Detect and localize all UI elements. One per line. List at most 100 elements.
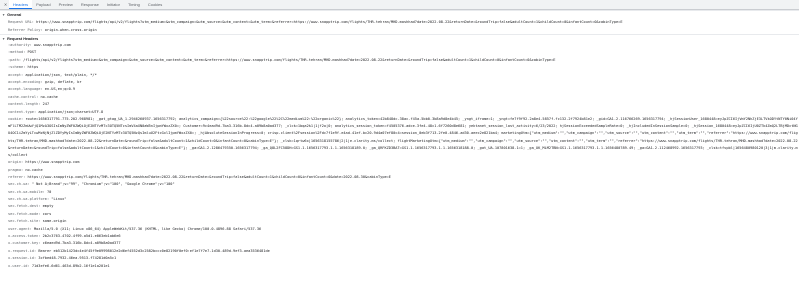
tab-payload[interactable]: Payload xyxy=(32,0,54,9)
header-key: sec-fetch-mode: xyxy=(8,211,41,216)
header-value: c6eaed9d-7ba3-316b-8dc4-a09b8a0ad377 xyxy=(42,241,121,246)
expand-triangle-icon: ▼ xyxy=(2,12,6,17)
header-row: :scheme: https xyxy=(8,64,799,71)
header-row: x-user-id: 71d3efe6-6d61-463d-89b2-16f1e… xyxy=(8,263,799,270)
close-icon[interactable]: ✕ xyxy=(2,0,9,9)
header-key: :method: xyxy=(8,50,26,55)
header-value: gzip, deflate, br xyxy=(44,79,82,84)
header-key: cache-control: xyxy=(8,94,39,99)
header-row: sec-fetch-site: same-origin xyxy=(8,218,799,225)
header-key: :path: xyxy=(8,57,21,62)
header-row: pragma: no-cache xyxy=(8,167,799,174)
header-key: x-request-id: xyxy=(8,248,37,253)
header-row: content-length: 247 xyxy=(8,101,799,108)
header-row: x-request-id: Bearer eb512b1423dc4e4f45f… xyxy=(8,248,799,255)
header-value: "Linux" xyxy=(51,197,67,202)
header-value: POST xyxy=(27,50,37,55)
header-key: origin: xyxy=(8,160,24,165)
header-value: same-origin xyxy=(42,219,67,224)
header-value: en-US,en;q=0.9 xyxy=(44,87,76,92)
cookie-row: cookie: route=1656317791.775.202.968981;… xyxy=(8,116,799,159)
header-value: origin-when-cross-origin xyxy=(44,28,97,32)
header-value: empty xyxy=(42,204,54,209)
header-value: 247 xyxy=(42,102,50,107)
header-key: content-length: xyxy=(8,102,41,107)
header-row: sec-ch-ua-platform: "Linux" xyxy=(8,196,799,203)
header-row: sec-ch-ua: " Not A;Brand";v="99", "Chrom… xyxy=(8,181,799,188)
header-value: https://www.snapptrip.com/flights/THR-te… xyxy=(27,174,391,179)
header-value: application/json;charset=UTF-8 xyxy=(38,109,104,114)
header-key: sec-ch-ua: xyxy=(8,182,30,187)
header-row: :authority: www.snapptrip.com xyxy=(8,42,799,49)
header-value: 71d3efe6-6d61-463d-89b2-16f1e1a201e1 xyxy=(31,263,110,268)
tab-initiator[interactable]: Initiator xyxy=(103,0,124,9)
tab-timing[interactable]: Timing xyxy=(124,0,144,9)
header-value: 2b2c3763-4702-4f99-a5d1-e063eb1ab6e6 xyxy=(42,234,121,239)
header-value: application/json, text/plain, */* xyxy=(25,72,97,77)
header-value: https://www.snapptrip.com/flights/api/v2… xyxy=(36,20,623,24)
header-row: :method: POST xyxy=(8,49,799,56)
header-row: Request URL: https://www.snapptrip.com/f… xyxy=(8,18,799,26)
header-row: referer: https://www.snapptrip.com/fligh… xyxy=(8,174,799,181)
header-row: accept-encoding: gzip, deflate, br xyxy=(8,79,799,86)
tab-headers[interactable]: Headers xyxy=(9,0,33,9)
request-headers-section-header[interactable]: ▼ Request Headers xyxy=(0,34,799,42)
cookie-value: route=1656317791.775.202.968981; _gat_gt… xyxy=(8,116,798,157)
header-value: no-cache xyxy=(40,94,58,99)
header-row: x-access-token: 2b2c3763-4702-4f99-a5d1-… xyxy=(8,233,799,240)
header-row: content-type: application/json;charset=U… xyxy=(8,109,799,116)
header-value: https xyxy=(27,65,39,70)
header-key: sec-fetch-site: xyxy=(8,219,41,224)
header-key: sec-fetch-dest: xyxy=(8,204,41,209)
tab-cookies[interactable]: Cookies xyxy=(144,0,166,9)
expand-triangle-icon: ▼ xyxy=(2,36,6,41)
header-row: accept: application/json, text/plain, */… xyxy=(8,72,799,79)
header-row: origin: https://www.snapptrip.com xyxy=(8,159,799,166)
header-row: x-session-id: 3cfbed48-7932-46ea-9513-f7… xyxy=(8,255,799,262)
header-row: :path: /flights/api/v2/flights?utm_mediu… xyxy=(8,57,799,64)
header-value: 3cfbed48-7932-46ea-9513-f74281d0a5c1 xyxy=(38,256,117,261)
header-row: cache-control: no-cache xyxy=(8,94,799,101)
header-key: content-type: xyxy=(8,109,37,114)
header-key: x-session-id: xyxy=(8,256,37,261)
header-value: https://www.snapptrip.com xyxy=(25,160,80,165)
header-key: Request URL: xyxy=(8,20,34,24)
header-value: Mozilla/5.0 (X11; Linux x86_64) AppleWeb… xyxy=(33,226,262,231)
header-value: ?0 xyxy=(46,189,52,194)
header-key: sec-ch-ua-mobile: xyxy=(8,189,45,194)
header-row: x-customer-key: c6eaed9d-7ba3-316b-8dc4-… xyxy=(8,240,799,247)
header-key: cookie: xyxy=(8,116,24,121)
tab-response[interactable]: Response xyxy=(77,0,103,9)
header-key: accept-language: xyxy=(8,87,43,92)
tab-preview[interactable]: Preview xyxy=(55,0,77,9)
general-rows: Request URL: https://www.snapptrip.com/f… xyxy=(0,18,799,34)
header-row: user-agent: Mozilla/5.0 (X11; Linux x86_… xyxy=(8,226,799,233)
header-key: x-customer-key: xyxy=(8,241,41,246)
general-section-header[interactable]: ▼ General xyxy=(0,10,799,18)
header-key: user-agent: xyxy=(8,226,32,231)
header-value: " Not A;Brand";v="99", "Chromium";v="100… xyxy=(31,182,175,187)
header-value: www.snapptrip.com xyxy=(33,43,71,47)
header-key: :authority: xyxy=(8,43,32,47)
devtools-tabbar: ✕ Headers Payload Preview Response Initi… xyxy=(0,0,799,10)
header-key: sec-ch-ua-platform: xyxy=(8,197,50,202)
request-headers-title: Request Headers xyxy=(7,36,39,41)
header-row: sec-fetch-mode: cors xyxy=(8,211,799,218)
header-value: Bearer eb512b1423dc4e4f45f9e09998012e2d6… xyxy=(38,248,270,253)
header-value: cors xyxy=(42,211,52,216)
header-row: Referrer Policy: origin-when-cross-origi… xyxy=(8,26,799,34)
header-key: pragma: xyxy=(8,167,24,172)
request-header-rows: :authority: www.snapptrip.com :method: P… xyxy=(0,42,799,270)
header-key: Referrer Policy: xyxy=(8,28,43,32)
header-row: sec-fetch-dest: empty xyxy=(8,203,799,210)
header-key: x-user-id: xyxy=(8,263,30,268)
header-key: x-access-token: xyxy=(8,234,41,239)
header-key: accept: xyxy=(8,72,24,77)
header-row: sec-ch-ua-mobile: ?0 xyxy=(8,189,799,196)
header-key: accept-encoding: xyxy=(8,79,43,84)
header-row: accept-language: en-US,en;q=0.9 xyxy=(8,86,799,93)
header-value: no-cache xyxy=(25,167,43,172)
header-key: :scheme: xyxy=(8,65,26,70)
header-value: /flights/api/v2/flights?utm_medium=&utm_… xyxy=(23,57,556,62)
general-title: General xyxy=(7,12,22,17)
